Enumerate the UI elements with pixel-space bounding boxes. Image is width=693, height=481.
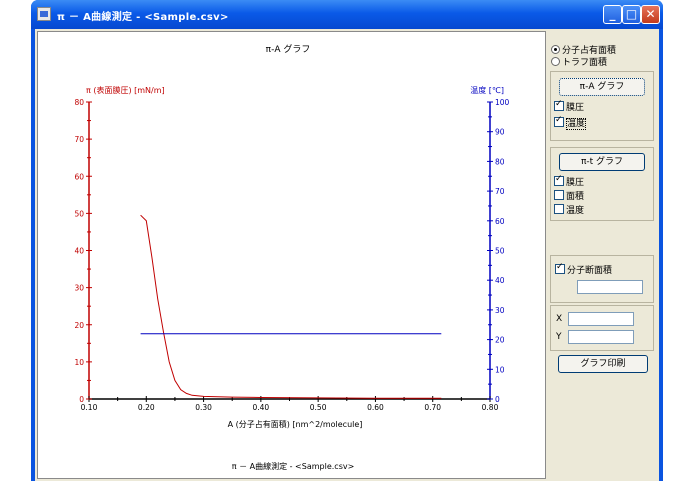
cross-section-checkbox[interactable]: 分子断面積 — [555, 262, 613, 276]
radio-trough-label: トラフ面積 — [562, 58, 608, 68]
checkbox-checked-icon — [554, 99, 564, 111]
x-tick-label: 0.10 — [81, 403, 98, 412]
left-tick-label: 30 — [74, 284, 84, 293]
y-field-label: Y — [556, 332, 562, 342]
left-tick-label: 0 — [79, 395, 84, 404]
chart-footer: π － A曲線測定 - <Sample.csv> — [232, 461, 355, 471]
y-coordinate-input[interactable] — [568, 330, 634, 344]
maximize-button[interactable]: □ — [622, 5, 641, 24]
pi-a-pressure-checkbox[interactable]: 膜圧 — [554, 99, 585, 113]
pi-a-graph-button[interactable]: π-A グラフ — [559, 78, 645, 96]
radio-unselected-icon — [551, 57, 560, 66]
surface-pressure-line — [140, 214, 442, 399]
close-button[interactable]: ✕ — [641, 5, 660, 24]
plot-area: π-A グラフ π (表面膜圧) [mN/m] 温度 [℃] A (分子占有面積… — [37, 31, 546, 479]
x-axis-label: A (分子占有面積) [nm^2/molecule] — [228, 419, 363, 429]
cursor-xy-group: X Y — [550, 305, 654, 351]
pi-t-temp-checkbox[interactable]: 温度 — [554, 203, 584, 216]
client-area: π-A グラフ π (表面膜圧) [mN/m] 温度 [℃] A (分子占有面積… — [35, 29, 659, 481]
right-tick-label: 40 — [495, 276, 505, 285]
cross-section-group: 分子断面積 — [550, 255, 654, 303]
pi-t-area-checkbox[interactable]: 面積 — [554, 189, 584, 202]
pi-t-area-label: 面積 — [566, 192, 585, 202]
radio-selected-icon — [551, 45, 560, 54]
x-tick-label: 0.70 — [424, 403, 441, 412]
left-tick-label: 20 — [74, 321, 84, 330]
print-graph-button[interactable]: グラフ印刷 — [558, 355, 648, 373]
checkbox-checked-icon — [555, 262, 565, 274]
control-panel: 分子占有面積 トラフ面積 π-A グラフ 膜圧 温度 π-t グラフ 膜圧 面積… — [548, 31, 657, 479]
right-tick-label: 50 — [495, 247, 505, 256]
app-icon[interactable] — [37, 7, 51, 21]
cross-section-input[interactable] — [577, 280, 643, 294]
x-coordinate-input[interactable] — [568, 312, 634, 326]
x-tick-label: 0.80 — [482, 403, 499, 412]
cross-section-label: 分子断面積 — [567, 266, 613, 276]
checkbox-checked-icon — [554, 174, 564, 186]
pi-t-pressure-label: 膜圧 — [566, 178, 585, 188]
radio-trough-area[interactable]: トラフ面積 — [551, 55, 607, 68]
pi-a-chart: π-A グラフ π (表面膜圧) [mN/m] 温度 [℃] A (分子占有面積… — [74, 43, 510, 471]
right-axis-label: 温度 [℃] — [470, 85, 504, 95]
left-tick-label: 80 — [74, 98, 84, 107]
checkbox-unchecked-icon — [554, 204, 564, 214]
right-tick-label: 20 — [495, 336, 505, 345]
right-tick-label: 60 — [495, 217, 505, 226]
right-tick-label: 30 — [495, 306, 505, 315]
pi-a-temp-checkbox[interactable]: 温度 — [554, 115, 587, 130]
pi-a-pressure-label: 膜圧 — [566, 103, 585, 113]
app-window: π － A曲線測定 - <Sample.csv> _ □ ✕ π-A グラフ π… — [31, 0, 663, 481]
pi-a-temp-label: 温度 — [566, 118, 587, 130]
left-tick-label: 40 — [74, 247, 84, 256]
x-tick-label: 0.40 — [253, 403, 270, 412]
checkbox-checked-icon — [554, 115, 564, 127]
left-tick-label: 60 — [74, 172, 84, 181]
pi-a-group: π-A グラフ 膜圧 温度 — [550, 71, 654, 141]
pi-t-pressure-checkbox[interactable]: 膜圧 — [554, 174, 585, 188]
right-tick-label: 70 — [495, 187, 505, 196]
left-tick-label: 10 — [74, 358, 84, 367]
chart-title: π-A グラフ — [266, 43, 311, 55]
window-title: π － A曲線測定 - <Sample.csv> — [57, 12, 229, 23]
left-tick-label: 70 — [74, 135, 84, 144]
right-tick-label: 80 — [495, 157, 505, 166]
x-field-label: X — [556, 314, 563, 324]
left-tick-label: 50 — [74, 209, 84, 218]
right-tick-label: 10 — [495, 365, 505, 374]
right-tick-label: 100 — [495, 98, 510, 107]
right-tick-label: 90 — [495, 128, 505, 137]
checkbox-unchecked-icon — [554, 190, 564, 200]
right-tick-label: 0 — [495, 395, 500, 404]
title-bar[interactable]: π － A曲線測定 - <Sample.csv> _ □ ✕ — [31, 0, 663, 29]
pi-t-graph-button[interactable]: π-t グラフ — [559, 153, 645, 171]
minimize-button[interactable]: _ — [603, 5, 622, 24]
x-tick-label: 0.50 — [310, 403, 327, 412]
pi-t-temp-label: 温度 — [566, 206, 585, 216]
x-tick-label: 0.60 — [367, 403, 384, 412]
x-tick-label: 0.20 — [138, 403, 155, 412]
x-tick-label: 0.30 — [195, 403, 212, 412]
left-axis-label: π (表面膜圧) [mN/m] — [86, 85, 165, 95]
pi-t-group: π-t グラフ 膜圧 面積 温度 — [550, 147, 654, 221]
